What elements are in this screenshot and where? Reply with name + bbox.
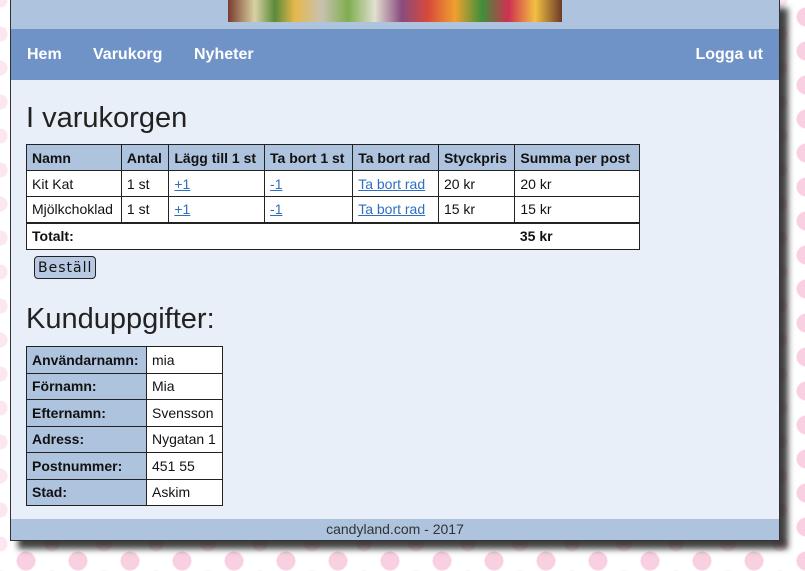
field-label: Förnamn:	[26, 372, 147, 400]
field-value: Askim	[146, 478, 223, 506]
total-row: Totalt: 35 kr	[26, 221, 640, 250]
cart-table: Namn Antal Lägg till 1 st Ta bort 1 st T…	[26, 144, 640, 250]
field-label: Stad:	[26, 478, 147, 506]
nav-item-varukorg[interactable]: Varukorg	[93, 46, 162, 64]
field-value: mia	[146, 346, 223, 374]
column-header: Summa per post	[514, 144, 640, 171]
field-value: Nygatan 1	[146, 425, 223, 453]
table-row: Postnummer: 451 55	[26, 452, 223, 480]
table-row: Kit Kat 1 st +1 -1 Ta bort rad 20 kr 20 …	[26, 170, 640, 197]
add-one-link[interactable]: +1	[174, 201, 190, 217]
top-nav: Hem Varukorg Nyheter Logga ut	[11, 29, 779, 80]
field-label: Adress:	[26, 425, 147, 453]
column-header: Ta bort 1 st	[264, 144, 354, 171]
product-quantity: 1 st	[120, 196, 170, 223]
field-label: Efternamn:	[26, 399, 147, 427]
column-header: Ta bort rad	[352, 144, 439, 171]
cart-header-row: Namn Antal Lägg till 1 st Ta bort 1 st T…	[26, 144, 640, 171]
column-header: Lägg till 1 st	[168, 144, 266, 171]
logout-link[interactable]: Logga ut	[695, 46, 763, 64]
order-button[interactable]: Beställ	[34, 256, 97, 279]
product-name: Mjölkchoklad	[26, 196, 122, 223]
table-row: Adress: Nygatan 1	[26, 425, 223, 453]
main-content: I varukorgen Namn Antal Lägg till 1 st T…	[11, 80, 779, 520]
field-value: Mia	[146, 372, 223, 400]
customer-heading: Kunduppgifter:	[26, 303, 215, 335]
remove-one-link[interactable]: -1	[270, 176, 282, 192]
row-sum: 20 kr	[514, 170, 640, 197]
field-value: Svensson	[146, 399, 223, 427]
table-row: Mjölkchoklad 1 st +1 -1 Ta bort rad 15 k…	[26, 196, 640, 223]
table-row: Efternamn: Svensson	[26, 399, 223, 427]
nav-item-nyheter[interactable]: Nyheter	[194, 46, 254, 64]
table-row: Användarnamn: mia	[26, 346, 223, 374]
product-quantity: 1 st	[120, 170, 170, 197]
header-banner	[11, 0, 779, 29]
footer: candyland.com - 2017	[11, 519, 779, 540]
unit-price: 15 kr	[437, 196, 516, 223]
table-row: Förnamn: Mia	[26, 372, 223, 400]
total-label: Totalt:	[26, 221, 122, 250]
column-header: Antal	[120, 144, 170, 171]
table-row: Stad: Askim	[26, 478, 223, 506]
nav-item-hem[interactable]: Hem	[27, 46, 62, 64]
column-header: Namn	[26, 144, 122, 171]
page-container: Hem Varukorg Nyheter Logga ut I varukorg…	[10, 0, 780, 541]
unit-price: 20 kr	[437, 170, 516, 197]
remove-one-link[interactable]: -1	[270, 201, 282, 217]
cart-heading: I varukorgen	[26, 102, 188, 134]
remove-row-link[interactable]: Ta bort rad	[358, 201, 425, 217]
footer-text: candyland.com - 2017	[326, 521, 464, 537]
customer-details-table: Användarnamn: mia Förnamn: Mia Efternamn…	[26, 346, 223, 506]
field-label: Postnummer:	[26, 452, 147, 480]
total-value: 35 kr	[514, 221, 640, 250]
remove-row-link[interactable]: Ta bort rad	[358, 176, 425, 192]
field-value: 451 55	[146, 452, 223, 480]
add-one-link[interactable]: +1	[174, 176, 190, 192]
product-name: Kit Kat	[26, 170, 122, 197]
field-label: Användarnamn:	[26, 346, 147, 374]
column-header: Styckpris	[437, 144, 516, 171]
candy-banner-image	[228, 0, 562, 22]
row-sum: 15 kr	[514, 196, 640, 223]
